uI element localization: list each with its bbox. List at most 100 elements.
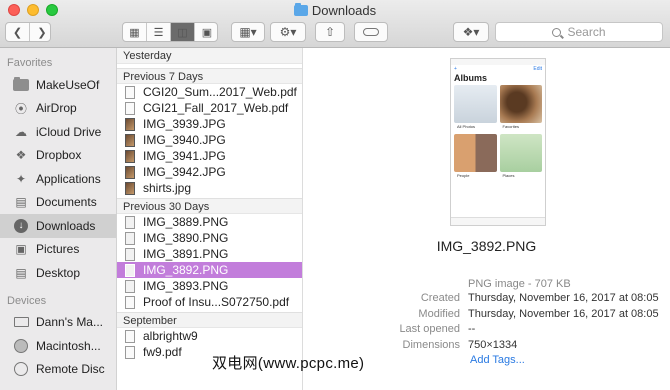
add-tags-link[interactable]: Add Tags... [470,354,525,366]
dropbox-icon: ❖ [15,148,27,163]
sidebar-item-dann-mac[interactable]: Dann's Ma... [0,311,116,335]
dropbox-icon: ❖▾ [462,25,480,39]
window-title: Downloads [0,3,670,18]
search-icon [552,27,562,37]
gallery-view-button[interactable]: ▣ [195,23,217,41]
grid-icon: ▦ [129,26,140,39]
list-view-button[interactable]: ☰ [147,23,171,41]
column-view-button[interactable]: ◫ [171,23,195,41]
sidebar-item-pictures[interactable]: ▣ Pictures [0,238,116,262]
watermark-text: 双电网(www.pcpc.me) [212,355,365,372]
thumbnail-album-caption: People [457,173,470,178]
group-by-button[interactable]: ▦▾ [231,22,265,42]
view-mode-switcher: ▦ ☰ ◫ ▣ [122,22,218,42]
group-header-september: September [117,312,302,328]
image-file-icon [125,117,135,131]
thumbnail-nav-left: + [454,66,457,72]
image-file-icon [125,133,135,147]
file-row[interactable]: Proof of Insu...S072750.pdf [117,294,302,310]
sidebar-item-documents[interactable]: ▤ Documents [0,191,116,215]
thumbnail-nav-right: Edit [533,66,542,72]
group-header-previous-7-days: Previous 7 Days [117,68,302,84]
file-row[interactable]: IMG_3893.PNG [117,278,302,294]
chevron-left-icon: ❮ [12,26,23,39]
thumbnail-title: Albums [454,73,488,83]
file-row[interactable]: IMG_3940.JPG [117,132,302,148]
file-row[interactable]: IMG_3889.PNG [117,214,302,230]
downloads-folder-icon [293,3,308,16]
thumbnail-album-caption: Places [502,173,515,178]
file-row[interactable]: IMG_3891.PNG [117,246,302,262]
applications-icon: ✦ [15,171,27,186]
pdf-file-icon [125,345,135,359]
window-toolbar: Downloads ❮ ❯ ▦ ☰ ◫ ▣ ▦▾ ⚙▾ ⇧ ❖▾ Search [0,0,670,48]
thumbnail-album-tile [499,134,542,172]
sidebar-item-macintosh-hd[interactable]: Macintosh... [0,334,116,358]
file-row[interactable]: IMG_3942.JPG [117,164,302,180]
thumbnail-album-tile [454,134,497,172]
meta-modified: Modified Thursday, November 16, 2017 at … [418,307,659,320]
pdf-file-icon [125,295,135,309]
png-file-icon [125,215,135,229]
file-row[interactable]: IMG_3941.JPG [117,148,302,164]
file-preview-thumbnail: + Edit Albums All Photos Favorites People… [450,58,546,226]
navigation-buttons: ❮ ❯ [5,22,51,42]
file-row[interactable]: IMG_3890.PNG [117,230,302,246]
share-button[interactable]: ⇧ [315,22,345,42]
png-file-icon [125,231,135,245]
file-row[interactable]: albrightw9 [117,328,302,344]
thumbnail-album-caption: Favorites [502,124,519,129]
meta-created: Created Thursday, November 16, 2017 at 0… [420,292,659,304]
action-button[interactable]: ⚙▾ [270,22,306,42]
file-row-selected[interactable]: IMG_3892.PNG [117,262,302,278]
png-file-icon [125,279,135,293]
chevron-right-icon: ❯ [37,26,47,39]
image-file-icon [125,181,135,195]
file-row[interactable]: shirts.jpg [117,180,302,196]
sidebar-item-desktop[interactable]: ▤ Desktop [0,261,116,285]
tag-icon [363,28,379,36]
thumbnail-album-tile [454,85,497,123]
columns-icon: ◫ [177,26,188,39]
pdf-file-icon [125,101,135,115]
file-row[interactable]: CGI21_Fall_2017_Web.pdf [117,100,302,116]
png-file-icon [125,263,135,277]
sidebar-item-airdrop[interactable]: ⦿ AirDrop [0,97,116,121]
list-icon: ☰ [153,26,164,39]
png-file-icon [125,247,135,261]
sidebar-item-icloud-drive[interactable]: ☁ iCloud Drive [0,120,116,144]
file-row[interactable]: CGI20_Sum...2017_Web.pdf [117,84,302,100]
meta-last-opened: Last opened -- [399,323,476,335]
thumbnail-album-tile [499,85,542,123]
sidebar-section-favorites: Favorites [7,57,53,69]
group-header-yesterday: Yesterday [117,48,302,64]
forward-button[interactable]: ❯ [30,23,50,41]
group-icon: ▦▾ [239,25,257,39]
sidebar-section-devices: Devices [7,294,47,307]
dropbox-toolbar-button[interactable]: ❖▾ [453,22,489,42]
sidebar-item-dropbox[interactable]: ❖ Dropbox [0,144,116,168]
sidebar-item-remote-disc[interactable]: Remote Disc [0,358,116,382]
tags-button[interactable] [354,22,388,42]
sidebar-item-applications[interactable]: ✦ Applications [0,167,116,191]
icon-view-button[interactable]: ▦ [123,23,147,41]
back-button[interactable]: ❮ [6,23,30,41]
pictures-icon: ▣ [15,242,27,257]
airdrop-icon: ⦿ [14,101,27,116]
image-file-icon [125,165,135,179]
cloud-icon: ☁ [15,124,27,139]
documents-icon: ▤ [15,195,27,210]
preview-pane: + Edit Albums All Photos Favorites People… [303,48,670,390]
thumbnail-album-caption: All Photos [457,124,476,129]
folder-icon [13,76,29,92]
search-input[interactable]: Search [495,22,663,42]
sidebar-item-downloads[interactable]: ↓ Downloads [0,214,116,238]
image-file-icon [125,149,135,163]
gallery-icon: ▣ [201,26,213,39]
sidebar: Favorites MakeUseOf ⦿ AirDrop ☁ iCloud Dri… [0,48,117,390]
downloads-icon: ↓ [13,218,29,233]
laptop-icon [13,315,29,329]
sidebar-item-makeuseof[interactable]: MakeUseOf [0,73,116,97]
preview-file-kind: PNG image - 707 KB [468,278,571,290]
file-row[interactable]: IMG_3939.JPG [117,116,302,132]
